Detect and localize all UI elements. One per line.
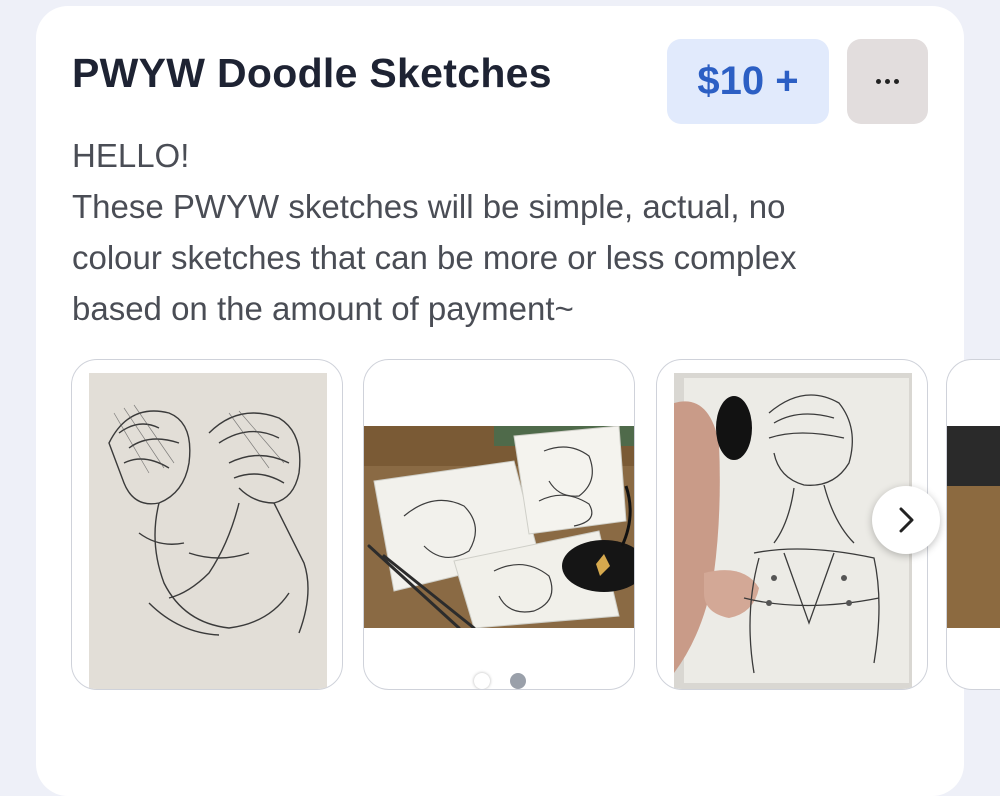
- sketch-image-4: [947, 426, 1000, 628]
- more-horizontal-icon: [876, 79, 899, 84]
- more-options-button[interactable]: [847, 39, 928, 124]
- description-line: colour sketches that can be more or less…: [72, 239, 797, 276]
- listing-description: HELLO! These PWYW sketches will be simpl…: [72, 130, 932, 334]
- gallery-thumbnail-4[interactable]: [946, 359, 1000, 690]
- sketch-image-2: [364, 426, 634, 628]
- pager-dot-2[interactable]: [510, 673, 526, 689]
- listing-title: PWYW Doodle Sketches: [72, 50, 552, 96]
- pager-dot-1[interactable]: [474, 673, 490, 689]
- description-line: These PWYW sketches will be simple, actu…: [72, 188, 786, 225]
- gallery-next-button[interactable]: [872, 486, 940, 554]
- price-button[interactable]: $10 +: [667, 39, 829, 124]
- description-line: based on the amount of payment~: [72, 290, 574, 327]
- description-line: HELLO!: [72, 137, 190, 174]
- chevron-right-icon: [899, 507, 914, 533]
- gallery-thumbnail-2[interactable]: [363, 359, 635, 690]
- gallery-thumbnail-1[interactable]: [71, 359, 343, 690]
- sketch-image-1: [89, 373, 327, 689]
